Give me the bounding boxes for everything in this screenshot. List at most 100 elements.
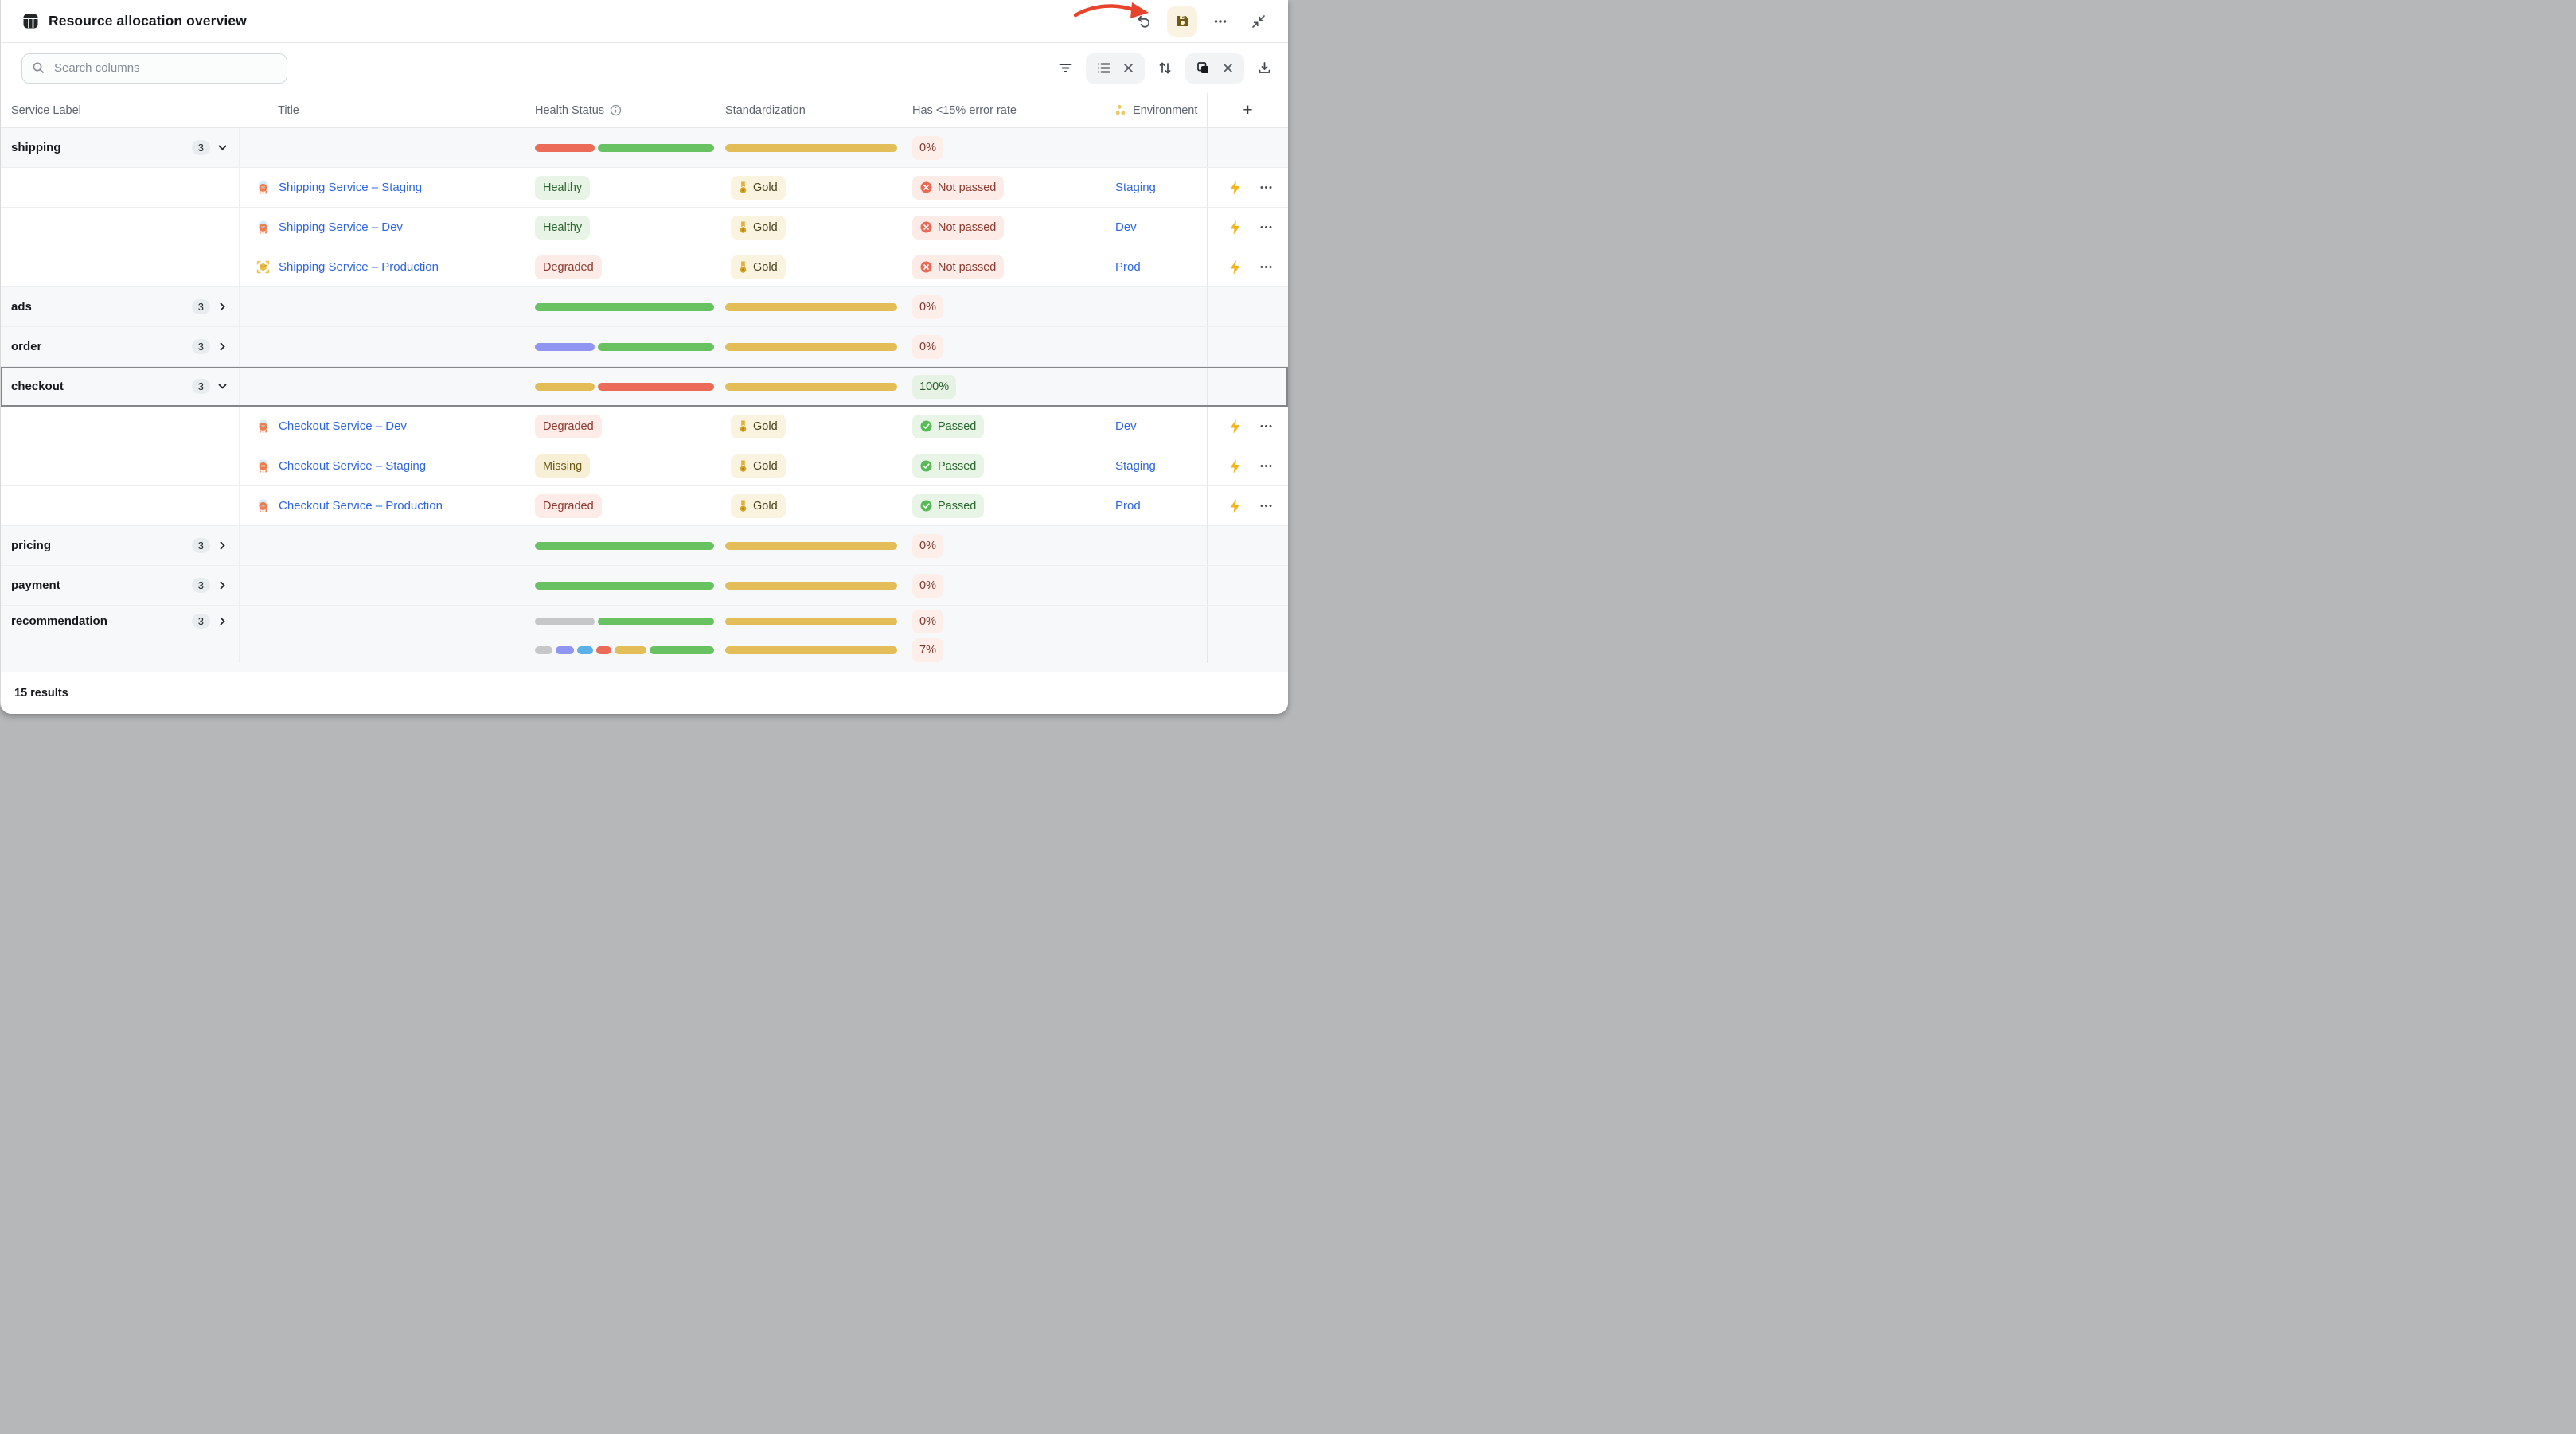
service-row[interactable]: Checkout Service – Dev Degraded Gold Pas… [1, 407, 1288, 446]
group-label: order [11, 340, 41, 353]
col-health-status[interactable]: Health Status [535, 104, 604, 117]
col-standardization[interactable]: Standardization [725, 104, 806, 117]
row-menu-icon[interactable] [1259, 220, 1273, 234]
standardization-bar [725, 618, 897, 625]
toolbar [1, 43, 1288, 93]
health-status-chip: Degraded [535, 494, 602, 518]
list-icon[interactable] [1096, 60, 1111, 76]
service-title-link[interactable]: Shipping Service – Staging [279, 181, 422, 194]
health-status-chip: Healthy [535, 176, 590, 200]
clear-layers-icon[interactable] [1222, 62, 1234, 74]
group-count-badge: 3 [192, 578, 210, 593]
chevron-down-icon[interactable] [217, 381, 228, 392]
package-scan-icon [256, 260, 270, 274]
standardization-chip: Gold [731, 255, 786, 279]
standardization-summary-bar [725, 646, 897, 654]
group-by-copy-control [1185, 53, 1244, 84]
layers-icon[interactable] [1196, 60, 1211, 76]
group-count-badge: 3 [192, 379, 210, 394]
standardization-chip: Gold [731, 415, 786, 438]
standardization-chip: Gold [731, 176, 786, 200]
environment-link[interactable]: Dev [1115, 419, 1137, 433]
environment-link[interactable]: Dev [1115, 220, 1137, 234]
chevron-right-icon[interactable] [217, 580, 228, 590]
lightning-icon[interactable] [1229, 499, 1241, 513]
service-title-link[interactable]: Shipping Service – Dev [279, 220, 403, 234]
filter-icon[interactable] [1058, 60, 1073, 76]
group-by-list-control [1086, 53, 1145, 84]
group-row-pricing[interactable]: pricing 3 0% [1, 526, 1288, 566]
service-row[interactable]: Shipping Service – Dev Healthy Gold Not … [1, 208, 1288, 247]
group-row-checkout[interactable]: checkout 3 100% [1, 367, 1288, 407]
info-icon[interactable] [610, 104, 622, 116]
group-row-ads[interactable]: ads 3 0% [1, 287, 1288, 327]
octopus-icon [256, 499, 270, 512]
row-menu-icon[interactable] [1259, 419, 1273, 433]
group-label: recommendation [11, 614, 107, 628]
standardization-bar [725, 303, 897, 311]
group-row-order[interactable]: order 3 0% [1, 327, 1288, 367]
undo-icon[interactable] [1129, 6, 1159, 37]
save-icon[interactable] [1167, 6, 1197, 37]
row-menu-icon[interactable] [1259, 459, 1273, 473]
chevron-right-icon[interactable] [217, 540, 228, 551]
lightning-icon[interactable] [1229, 419, 1241, 434]
health-distribution-bar [535, 618, 714, 625]
group-count-badge: 3 [192, 339, 210, 354]
col-title[interactable]: Title [278, 104, 299, 117]
check-result-chip: Not passed [912, 176, 1004, 200]
error-rate-badge: 0% [912, 136, 943, 160]
environment-link[interactable]: Prod [1115, 499, 1141, 512]
chevron-right-icon[interactable] [217, 341, 228, 352]
search-columns-input[interactable] [21, 53, 287, 84]
service-row[interactable]: Shipping Service – Staging Healthy Gold … [1, 168, 1288, 208]
chevron-down-icon[interactable] [217, 142, 228, 153]
row-menu-icon[interactable] [1259, 499, 1273, 512]
more-options-icon[interactable] [1205, 6, 1235, 37]
group-row-recommendation[interactable]: recommendation 3 0% [1, 606, 1288, 637]
standardization-chip: Gold [731, 454, 786, 478]
service-title-link[interactable]: Checkout Service – Staging [279, 459, 426, 473]
lightning-icon[interactable] [1229, 181, 1241, 195]
chevron-right-icon[interactable] [217, 616, 228, 626]
grid-filler [1, 663, 1288, 672]
environment-link[interactable]: Staging [1115, 181, 1156, 194]
download-icon[interactable] [1257, 60, 1272, 76]
row-menu-icon[interactable] [1259, 260, 1273, 274]
chevron-right-icon[interactable] [217, 302, 228, 312]
sort-icon[interactable] [1157, 60, 1173, 76]
standardization-bar [725, 343, 897, 351]
environment-link[interactable]: Prod [1115, 260, 1141, 274]
standardization-bar [725, 144, 897, 152]
group-row-shipping[interactable]: shipping 3 0% [1, 128, 1288, 168]
clear-list-icon[interactable] [1122, 62, 1134, 74]
col-environment[interactable]: Environment [1133, 104, 1197, 117]
lightning-icon[interactable] [1229, 260, 1241, 275]
add-column-button[interactable]: + [1243, 102, 1252, 119]
collapse-icon[interactable] [1243, 6, 1274, 37]
lightning-icon[interactable] [1229, 220, 1241, 235]
group-row-payment[interactable]: payment 3 0% [1, 566, 1288, 606]
service-row[interactable]: Checkout Service – Production Degraded G… [1, 486, 1288, 526]
col-service-label[interactable]: Service Label [11, 104, 81, 117]
resource-allocation-panel: Resource allocation overview [0, 0, 1288, 714]
group-label: ads [11, 300, 32, 314]
error-rate-badge: 0% [912, 335, 943, 359]
service-title-link[interactable]: Checkout Service – Production [279, 499, 443, 512]
environment-link[interactable]: Staging [1115, 459, 1156, 473]
service-row[interactable]: Checkout Service – Staging Missing Gold … [1, 446, 1288, 486]
group-label: checkout [11, 380, 64, 393]
health-distribution-bar [535, 303, 714, 311]
search-columns-box [21, 53, 287, 84]
octopus-icon [256, 220, 270, 234]
service-title-link[interactable]: Shipping Service – Production [279, 260, 439, 274]
col-error-rate[interactable]: Has <15% error rate [912, 104, 1017, 117]
page-title: Resource allocation overview [49, 13, 247, 29]
check-result-chip: Passed [912, 415, 984, 438]
error-rate-badge: 0% [912, 295, 943, 319]
error-rate-badge: 0% [912, 534, 943, 558]
service-title-link[interactable]: Checkout Service – Dev [279, 419, 407, 433]
service-row[interactable]: Shipping Service – Production Degraded G… [1, 247, 1288, 287]
lightning-icon[interactable] [1229, 459, 1241, 473]
row-menu-icon[interactable] [1259, 181, 1273, 194]
